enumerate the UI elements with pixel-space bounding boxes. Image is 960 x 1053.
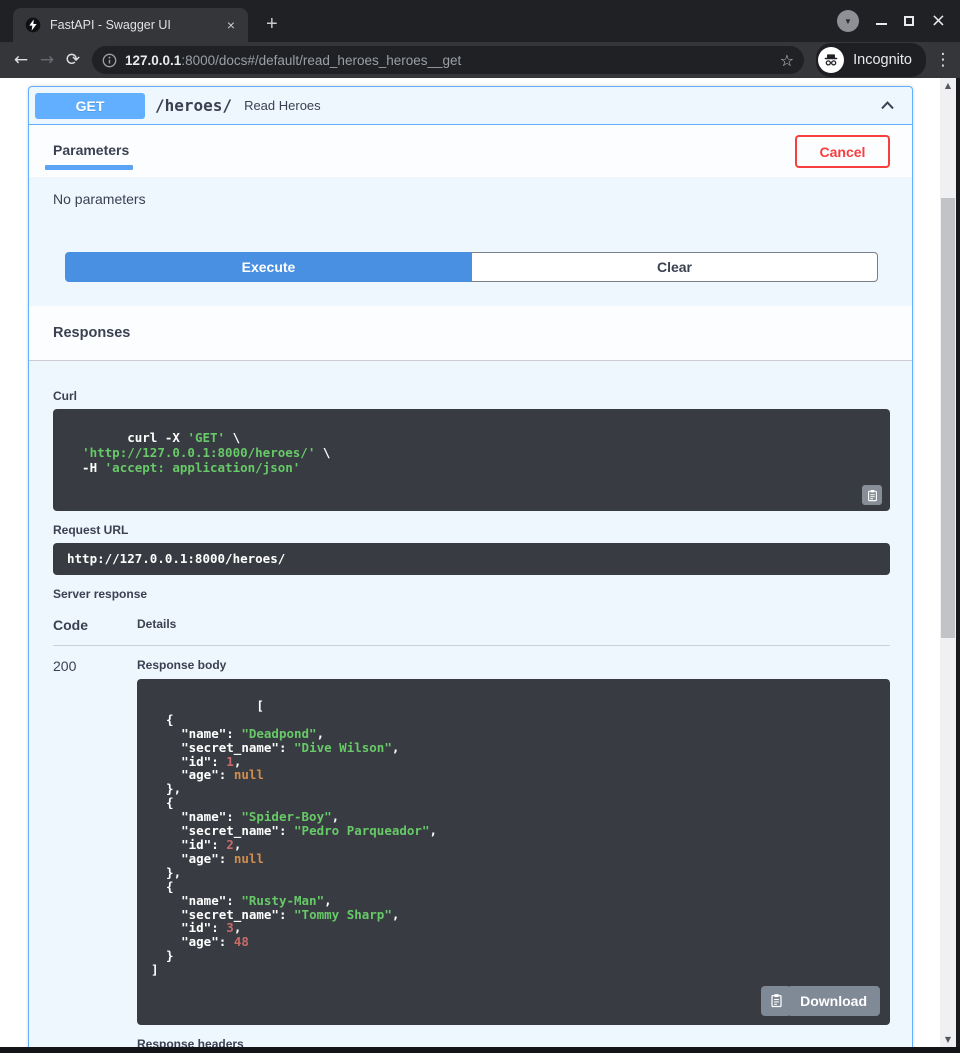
curl-code: curl -X 'GET' \ 'http://127.0.0.1:8000/h…: [53, 409, 890, 511]
download-button[interactable]: Download: [787, 986, 880, 1016]
request-url-code: http://127.0.0.1:8000/heroes/: [53, 543, 890, 575]
tab-parameters[interactable]: Parameters: [53, 142, 129, 158]
reload-icon[interactable]: ⟳: [60, 50, 86, 70]
no-parameters-text: No parameters: [53, 191, 890, 207]
page-info-icon[interactable]: [102, 53, 117, 68]
responses-header: Responses: [29, 306, 912, 361]
active-tab-underline: [45, 165, 133, 170]
incognito-icon: [818, 47, 844, 73]
fastapi-logo-icon: [25, 17, 41, 33]
code-column-header: Code: [53, 617, 137, 633]
response-table-header: Code Details: [53, 609, 890, 646]
browser-menu-icon[interactable]: ⋮: [934, 50, 952, 70]
page-scrollbar[interactable]: ▲ ▼: [940, 78, 956, 1047]
window-border-right: [956, 78, 960, 1053]
url-host: 127.0.0.1: [125, 53, 181, 68]
clear-button[interactable]: Clear: [472, 252, 878, 282]
bookmark-star-icon[interactable]: ☆: [780, 51, 794, 70]
url-path: :8000/docs#/default/read_heroes_heroes__…: [181, 53, 461, 68]
parameters-body: No parameters Execute Clear: [29, 177, 912, 306]
operation-summary-text: Read Heroes: [244, 98, 321, 113]
execute-row: Execute Clear: [65, 252, 878, 282]
maximize-button[interactable]: [904, 16, 914, 26]
incognito-badge: Incognito: [816, 43, 926, 77]
curl-label: Curl: [53, 389, 890, 403]
status-code: 200: [53, 658, 137, 1047]
window-border-bottom: [0, 1047, 960, 1053]
browser-toolbar: ← → ⟳ 127.0.0.1:8000/docs#/default/read_…: [0, 42, 960, 78]
operation-path: /heroes/: [155, 96, 232, 115]
url-text[interactable]: 127.0.0.1:8000/docs#/default/read_heroes…: [125, 53, 774, 68]
operation-block: GET /heroes/ Read Heroes Parameters Canc…: [28, 86, 913, 1047]
operation-summary[interactable]: GET /heroes/ Read Heroes: [29, 87, 912, 125]
scrollbar-thumb[interactable]: [941, 198, 955, 638]
browser-titlebar: FastAPI - Swagger UI × + ▼ ×: [0, 0, 960, 42]
server-response-label: Server response: [53, 587, 890, 601]
close-window-button[interactable]: ×: [931, 12, 946, 30]
window-menu-icon[interactable]: ▼: [837, 10, 859, 32]
method-badge: GET: [35, 93, 145, 119]
address-bar[interactable]: 127.0.0.1:8000/docs#/default/read_heroes…: [92, 46, 804, 74]
browser-tab[interactable]: FastAPI - Swagger UI ×: [13, 8, 248, 42]
new-tab-button[interactable]: +: [266, 14, 278, 34]
back-icon[interactable]: ←: [8, 50, 34, 70]
incognito-label: Incognito: [853, 52, 912, 68]
tab-title: FastAPI - Swagger UI: [50, 18, 222, 32]
parameters-header: Parameters Cancel: [29, 125, 912, 177]
page-content: GET /heroes/ Read Heroes Parameters Canc…: [0, 78, 940, 1047]
response-body-json: [ { "name": "Deadpond", "secret_name": "…: [137, 679, 890, 1025]
request-url-label: Request URL: [53, 523, 890, 537]
server-response-table: Code Details 200 Response body [ { "name…: [53, 609, 890, 1047]
collapse-chevron-icon[interactable]: [879, 97, 896, 114]
execute-button[interactable]: Execute: [65, 252, 472, 282]
scrollbar-down-icon[interactable]: ▼: [940, 1035, 956, 1044]
details-column-header: Details: [137, 617, 176, 633]
responses-body: Curl curl -X 'GET' \ 'http://127.0.0.1:8…: [29, 361, 912, 1047]
copy-curl-button[interactable]: [862, 485, 882, 505]
response-headers-label: Response headers: [137, 1037, 890, 1047]
tab-close-icon[interactable]: ×: [222, 16, 240, 34]
cancel-button[interactable]: Cancel: [795, 135, 890, 168]
response-body-label: Response body: [137, 658, 890, 672]
scrollbar-up-icon[interactable]: ▲: [940, 81, 956, 90]
forward-icon[interactable]: →: [34, 50, 60, 70]
minimize-button[interactable]: [876, 23, 887, 25]
response-row: 200 Response body [ { "name": "Deadpond"…: [53, 646, 890, 1047]
window-controls: ▼ ×: [837, 0, 946, 42]
responses-title: Responses: [53, 325, 130, 341]
